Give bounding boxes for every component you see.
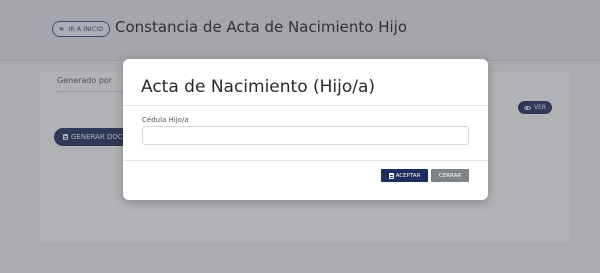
accept-button[interactable]: ACEPTAR (381, 169, 428, 182)
close-button[interactable]: CERRAR (431, 169, 469, 182)
close-button-label: CERRAR (438, 172, 462, 179)
document-icon (388, 172, 394, 179)
modal-footer-divider (123, 160, 488, 161)
child-id-label: Cédula Hijo/a (142, 116, 189, 124)
birth-certificate-modal: Acta de Nacimiento (Hijo/a) Cédula Hijo/… (123, 59, 488, 200)
modal-title: Acta de Nacimiento (Hijo/a) (141, 77, 376, 97)
modal-header-divider (123, 105, 488, 106)
accept-button-label: ACEPTAR (395, 172, 421, 179)
child-id-input[interactable] (142, 126, 469, 145)
